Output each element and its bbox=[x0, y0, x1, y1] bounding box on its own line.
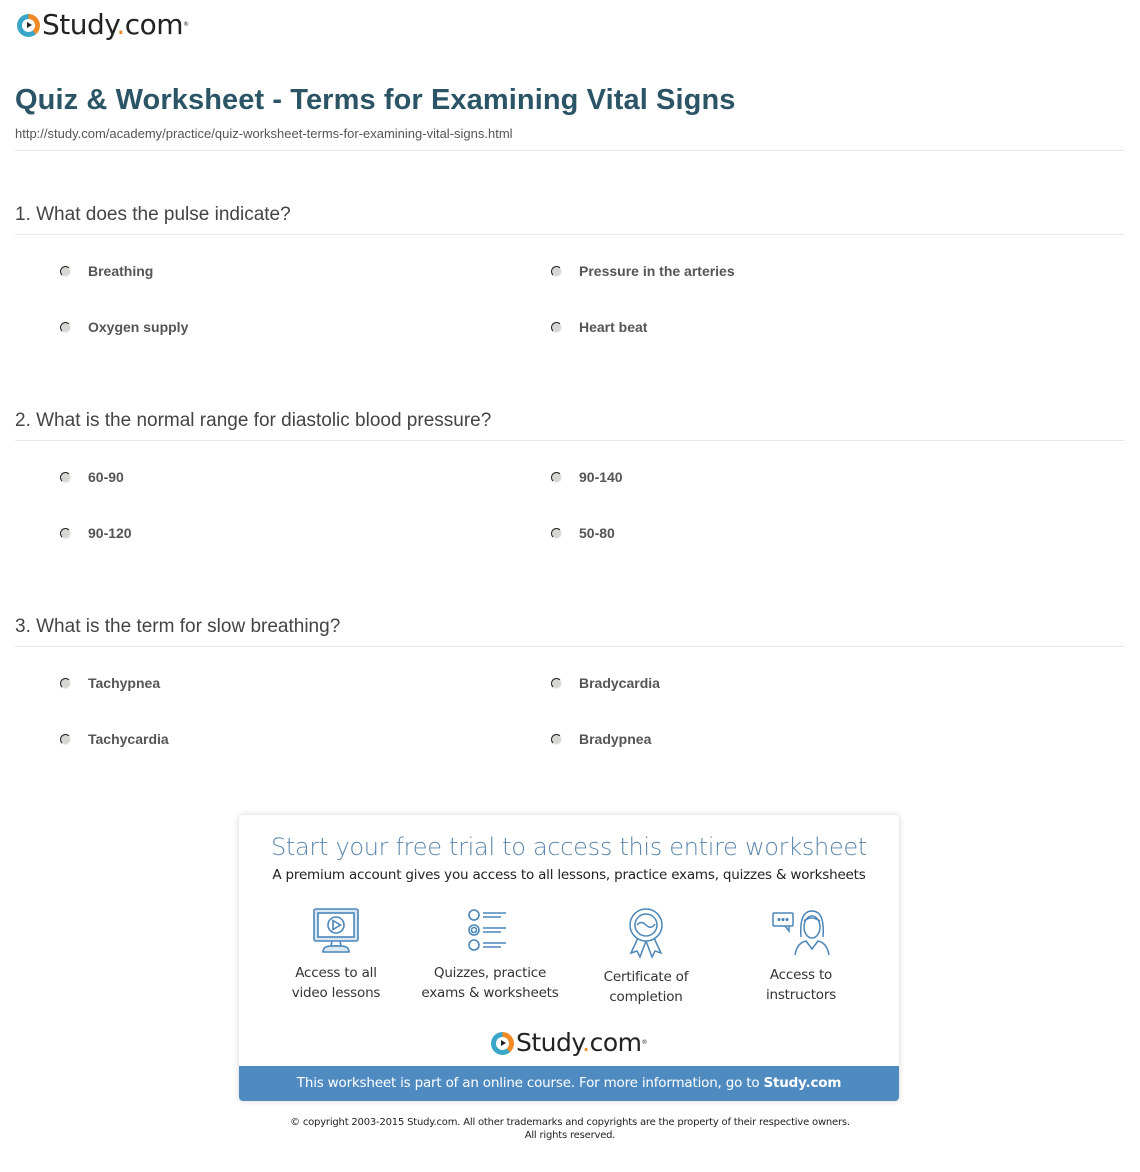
quiz-list-icon bbox=[468, 909, 506, 951]
logo-wordmark: Study.com® bbox=[42, 8, 189, 41]
option-q2-d[interactable]: 50-80 bbox=[551, 525, 615, 541]
radio-button[interactable] bbox=[551, 265, 562, 277]
radio-button[interactable] bbox=[60, 265, 71, 277]
option-q2-b[interactable]: 90-140 bbox=[551, 469, 623, 485]
radio-button[interactable] bbox=[60, 733, 71, 745]
option-q1-a[interactable]: Breathing bbox=[60, 263, 153, 279]
course-info-bar: This worksheet is part of an online cour… bbox=[239, 1066, 899, 1101]
instructor-chat-icon bbox=[772, 910, 830, 956]
promo-title[interactable]: Start your free trial to access this ent… bbox=[239, 833, 899, 861]
option-q3-d[interactable]: Bradypnea bbox=[551, 731, 651, 747]
radio-button[interactable] bbox=[60, 677, 71, 689]
certificate-ribbon-icon bbox=[629, 908, 663, 959]
study-link[interactable]: Study.com bbox=[764, 1075, 842, 1091]
radio-button[interactable] bbox=[551, 677, 562, 689]
page-url[interactable]: http://study.com/academy/practice/quiz-w… bbox=[15, 126, 513, 141]
divider bbox=[15, 646, 1124, 647]
option-q3-a[interactable]: Tachypnea bbox=[60, 675, 160, 691]
divider bbox=[15, 440, 1124, 441]
option-q3-b[interactable]: Bradycardia bbox=[551, 675, 660, 691]
question-2: 2. What is the normal range for diastoli… bbox=[15, 410, 492, 431]
free-trial-promo[interactable]: Start your free trial to access this ent… bbox=[239, 815, 899, 1101]
option-q1-b[interactable]: Pressure in the arteries bbox=[551, 263, 735, 279]
option-q1-c[interactable]: Oxygen supply bbox=[60, 319, 188, 335]
feature-quizzes: Quizzes, practice exams & worksheets bbox=[410, 907, 570, 1003]
option-q2-c[interactable]: 90-120 bbox=[60, 525, 132, 541]
option-q1-d[interactable]: Heart beat bbox=[551, 319, 647, 335]
play-circle-logo-icon bbox=[491, 1031, 514, 1055]
radio-button[interactable] bbox=[60, 321, 71, 333]
radio-button[interactable] bbox=[551, 321, 562, 333]
logo-wordmark: Study.com® bbox=[516, 1028, 647, 1057]
play-circle-logo-icon bbox=[17, 13, 40, 37]
monitor-play-icon bbox=[313, 908, 359, 953]
promo-subtitle: A premium account gives you access to al… bbox=[272, 867, 866, 883]
option-q2-a[interactable]: 60-90 bbox=[60, 469, 124, 485]
radio-button[interactable] bbox=[60, 471, 71, 483]
option-q3-c[interactable]: Tachycardia bbox=[60, 731, 169, 747]
feature-certificate: Certificate of completion bbox=[566, 907, 726, 1007]
feature-video-lessons: Access to all video lessons bbox=[256, 907, 416, 1003]
page-title: Quiz & Worksheet - Terms for Examining V… bbox=[15, 84, 736, 116]
radio-button[interactable] bbox=[551, 527, 562, 539]
radio-button[interactable] bbox=[551, 471, 562, 483]
feature-instructors: Access to instructors bbox=[721, 907, 881, 1005]
question-1: 1. What does the pulse indicate? bbox=[15, 204, 291, 225]
question-3: 3. What is the term for slow breathing? bbox=[15, 616, 341, 637]
promo-study-logo[interactable]: Study.com® bbox=[239, 1028, 899, 1058]
copyright-notice: © copyright 2003-2015 Study.com. All oth… bbox=[290, 1117, 850, 1141]
divider bbox=[15, 234, 1124, 235]
divider bbox=[15, 150, 1124, 151]
study-logo[interactable]: Study.com® bbox=[17, 10, 189, 40]
radio-button[interactable] bbox=[551, 733, 562, 745]
radio-button[interactable] bbox=[60, 527, 71, 539]
